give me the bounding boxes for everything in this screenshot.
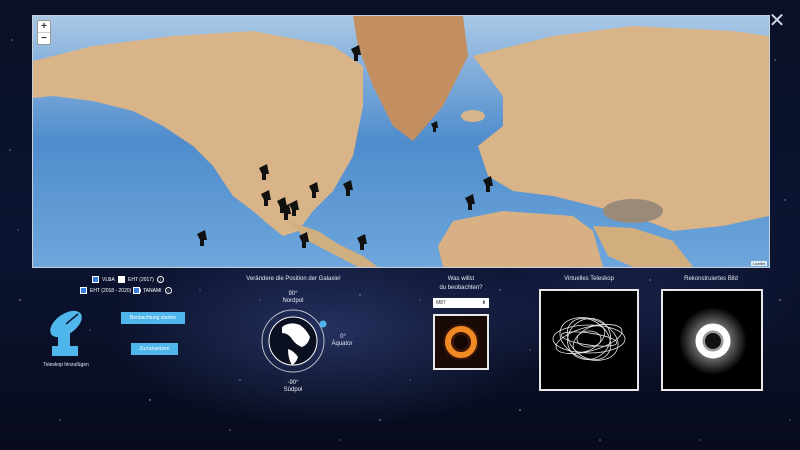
- world-map[interactable]: + − Leaflet: [32, 15, 770, 268]
- north-pole-label: Nordpol: [282, 298, 304, 304]
- equator-label: Äquator: [331, 341, 353, 347]
- reconstructed-image: [663, 291, 761, 389]
- tibet-region: [603, 199, 663, 223]
- galaxy-position-handle[interactable]: [319, 320, 327, 328]
- virtual-telescope-title: Virtuelles Teleskop: [564, 276, 614, 282]
- checkbox-icon[interactable]: [133, 287, 140, 294]
- checkbox-tanami[interactable]: TANAMI i: [133, 287, 172, 294]
- uv-coverage-plot: [552, 317, 626, 361]
- info-icon[interactable]: i: [156, 276, 164, 283]
- reconstructed-image-panel: [661, 289, 763, 391]
- chevron-down-icon: ⬍: [481, 300, 486, 306]
- north-degree-label: 90°: [288, 291, 298, 297]
- map-attribution[interactable]: Leaflet: [750, 261, 767, 266]
- checkbox-vlba-label: VLBA: [102, 276, 115, 283]
- target-select-value: M87: [436, 300, 446, 306]
- checkbox-eht-2018-2020-label: EHT (2018 - 2020): [90, 287, 132, 294]
- add-telescope-label[interactable]: Teleskop hinzufügen: [36, 362, 96, 368]
- map-graphic: [33, 16, 769, 267]
- checkbox-eht-2017-label: EHT (2017): [128, 276, 154, 283]
- zoom-control: + −: [37, 20, 51, 45]
- virtual-telescope-panel: [539, 289, 639, 391]
- target-preview-image: [433, 314, 489, 370]
- equator-degree-label: 0°: [340, 334, 346, 340]
- target-select[interactable]: M87 ⬍: [433, 298, 489, 308]
- galaxy-position-title: Verändere die Position der Galaxie!: [246, 276, 341, 282]
- south-degree-label: -90°: [287, 380, 299, 386]
- south-pole-label: Südpol: [283, 387, 303, 393]
- target-question-line1: Was willst: [447, 276, 475, 282]
- reset-button[interactable]: Zurücksetzen: [131, 343, 178, 355]
- start-observation-button[interactable]: Beobachtung starten: [121, 312, 185, 324]
- checkbox-icon[interactable]: [118, 276, 125, 283]
- zoom-in-button[interactable]: +: [38, 21, 50, 32]
- target-question-line2: du beobachten?: [439, 285, 483, 291]
- info-icon[interactable]: i: [164, 287, 172, 294]
- galaxy-position-globe[interactable]: [260, 305, 330, 380]
- checkbox-eht-2017[interactable]: EHT (2017) i: [118, 276, 164, 283]
- checkbox-icon[interactable]: [92, 276, 99, 283]
- reconstructed-image-title: Rekonstruiertes Bild: [684, 276, 738, 282]
- satellite-dish-icon[interactable]: [44, 308, 86, 360]
- checkbox-icon[interactable]: [80, 287, 87, 294]
- checkbox-tanami-label: TANAMI: [143, 287, 162, 294]
- zoom-out-button[interactable]: −: [38, 32, 50, 44]
- iceland-landmass: [461, 110, 485, 122]
